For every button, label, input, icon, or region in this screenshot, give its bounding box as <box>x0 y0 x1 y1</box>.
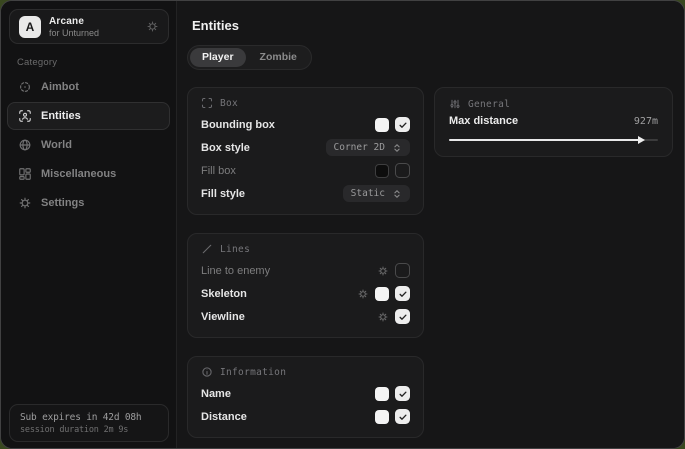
gear-icon[interactable] <box>357 288 369 300</box>
checkbox-checked[interactable] <box>395 309 410 324</box>
dropdown-value: Corner 2D <box>334 142 385 153</box>
fill-style-dropdown[interactable]: Static <box>343 185 410 202</box>
sliders-icon <box>449 98 461 110</box>
max-distance-slider[interactable] <box>449 135 658 144</box>
gear-icon[interactable] <box>377 311 389 323</box>
brand-card: A Arcane for Unturned <box>9 9 169 44</box>
setting-label: Distance <box>201 411 247 423</box>
globe-icon <box>18 138 32 152</box>
info-icon <box>201 366 213 378</box>
setting-label: Line to enemy <box>201 265 270 277</box>
sidebar-item-label: Miscellaneous <box>41 168 116 180</box>
frame-corners-icon <box>201 97 213 109</box>
slider-value: 927m <box>634 116 658 127</box>
setting-label: Bounding box <box>201 119 275 131</box>
person-scan-icon <box>18 109 32 123</box>
sidebar-item-label: Entities <box>41 110 81 122</box>
diagonal-line-icon <box>201 243 213 255</box>
app-window: A Arcane for Unturned Category A <box>0 0 685 449</box>
section-title: Information <box>220 367 286 378</box>
sidebar-item-entities[interactable]: Entities <box>7 102 170 130</box>
dropdown-value: Static <box>351 188 385 199</box>
entity-tabs: Player Zombie <box>187 45 312 70</box>
color-swatch[interactable] <box>375 118 389 132</box>
setting-row-distance: Distance <box>201 405 410 428</box>
setting-row-bounding-box: Bounding box <box>201 113 410 136</box>
color-swatch[interactable] <box>375 164 389 178</box>
setting-row-viewline: Viewline <box>201 305 410 328</box>
setting-label: Skeleton <box>201 288 247 300</box>
app-subtitle: for Unturned <box>49 28 99 38</box>
page-title: Entities <box>192 18 239 33</box>
setting-row-fill-style: Fill style Static <box>201 182 410 205</box>
checkbox-checked[interactable] <box>395 286 410 301</box>
sub-expiry-text: Sub expires in 42d 08h <box>20 412 158 423</box>
subscription-card: Sub expires in 42d 08h session duration … <box>9 404 169 442</box>
sidebar-nav: Aimbot Entities World <box>7 73 170 218</box>
setting-row-fill-box: Fill box <box>201 159 410 182</box>
setting-row-max-distance: Max distance 927m <box>449 115 658 127</box>
box-style-dropdown[interactable]: Corner 2D <box>326 139 410 156</box>
section-title: Box <box>220 98 238 109</box>
checkbox-checked[interactable] <box>395 409 410 424</box>
setting-label: Fill style <box>201 188 245 200</box>
section-title: Lines <box>220 244 250 255</box>
settings-column: Box Bounding box Box style Corner 2D <box>187 87 424 449</box>
tab-zombie[interactable]: Zombie <box>248 48 309 67</box>
tab-player[interactable]: Player <box>190 48 246 67</box>
category-label: Category <box>17 57 57 68</box>
sidebar-item-label: Settings <box>41 197 84 209</box>
setting-row-line-to-enemy: Line to enemy <box>201 259 410 282</box>
gear-icon <box>18 196 32 210</box>
color-swatch[interactable] <box>375 410 389 424</box>
layout-grid-icon <box>18 167 32 181</box>
crosshair-icon <box>18 80 32 94</box>
main-panel: Entities Player Zombie Box Bounding box <box>177 1 684 448</box>
sidebar-item-label: Aimbot <box>41 81 79 93</box>
checkbox-unchecked[interactable] <box>395 163 410 178</box>
information-section: Information Name Distance <box>187 356 424 438</box>
sidebar-item-aimbot[interactable]: Aimbot <box>7 73 170 101</box>
setting-label: Viewline <box>201 311 245 323</box>
lines-section: Lines Line to enemy Skeleton <box>187 233 424 338</box>
color-swatch[interactable] <box>375 287 389 301</box>
general-section: General Max distance 927m <box>434 87 673 157</box>
section-title: General <box>468 99 510 110</box>
chevron-sort-icon <box>392 189 402 199</box>
setting-row-name: Name <box>201 382 410 405</box>
gear-icon[interactable] <box>146 20 159 33</box>
checkbox-checked[interactable] <box>395 117 410 132</box>
setting-label: Fill box <box>201 165 236 177</box>
setting-row-skeleton: Skeleton <box>201 282 410 305</box>
chevron-sort-icon <box>392 143 402 153</box>
setting-label: Name <box>201 388 231 400</box>
slider-fill <box>449 139 643 141</box>
color-swatch[interactable] <box>375 387 389 401</box>
setting-label: Max distance <box>449 115 518 127</box>
gear-icon[interactable] <box>377 265 389 277</box>
checkbox-unchecked[interactable] <box>395 263 410 278</box>
sidebar-item-world[interactable]: World <box>7 131 170 159</box>
setting-row-box-style: Box style Corner 2D <box>201 136 410 159</box>
sidebar: A Arcane for Unturned Category A <box>1 1 177 448</box>
sidebar-item-label: World <box>41 139 72 151</box>
app-logo: A <box>19 16 41 38</box>
sidebar-item-settings[interactable]: Settings <box>7 189 170 217</box>
app-name: Arcane <box>49 16 99 27</box>
session-duration-text: session duration 2m 9s <box>20 425 158 435</box>
slider-thumb[interactable] <box>638 136 645 144</box>
box-section: Box Bounding box Box style Corner 2D <box>187 87 424 215</box>
sidebar-item-miscellaneous[interactable]: Miscellaneous <box>7 160 170 188</box>
brand-text: Arcane for Unturned <box>49 16 99 38</box>
checkbox-checked[interactable] <box>395 386 410 401</box>
setting-label: Box style <box>201 142 250 154</box>
